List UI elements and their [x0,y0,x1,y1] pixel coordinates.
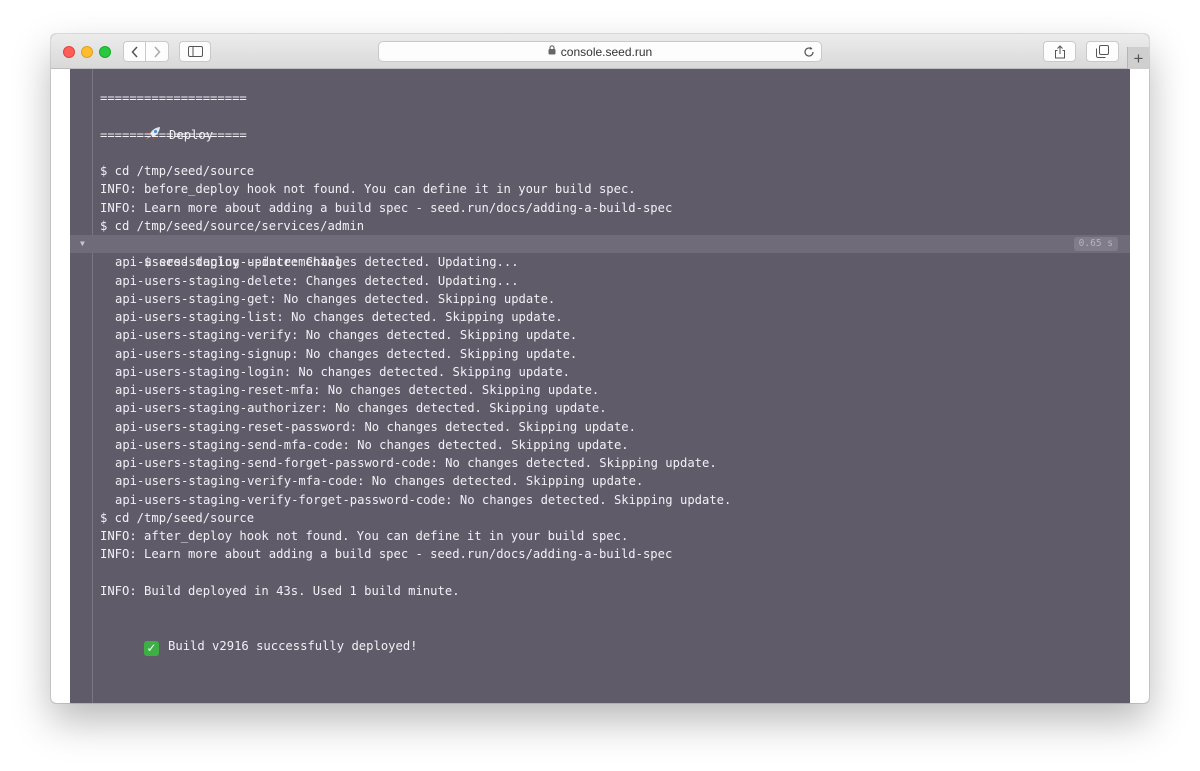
log-output-line: api-users-staging-verify-forget-password… [115,492,732,507]
log-line-blank [70,144,1130,162]
minimize-window-button[interactable] [81,46,93,58]
share-button[interactable] [1043,41,1076,62]
address-bar[interactable]: console.seed.run [378,41,822,62]
log-output-line: api-users-staging-verify-mfa-code: No ch… [115,474,644,489]
log-output-line: api-users-staging-list: No changes detec… [115,310,563,324]
tabs-overview-button[interactable] [1086,41,1119,62]
check-mark-icon: ✓ [144,640,160,656]
duration-badge: 0.65 s [1073,237,1118,251]
new-tab-button[interactable]: + [1127,47,1149,69]
tabs-icon [1096,45,1109,58]
log-output-line: api-users-staging-delete: Changes detect… [115,273,519,288]
chevron-right-icon [154,45,161,58]
log-line-summary: INFO: Build deployed in 43s. Used 1 buil… [100,583,460,598]
log-line: ==================== [100,127,247,142]
log-line: $ cd /tmp/seed/source [100,164,255,178]
log-output-line: api-users-staging-get: No changes detect… [115,291,556,306]
url-text: console.seed.run [560,44,653,59]
log-output-line: api-users-staging-send-forget-password-c… [115,456,717,470]
lock-icon [548,45,556,58]
log-line: $ cd /tmp/seed/source/services/admin [100,218,365,233]
log-line: $ cd /tmp/seed/source [100,510,255,525]
log-command-deploy[interactable]: ▼ $ seed deploy --incremental 0.65 s [70,235,1130,269]
sidebar-icon [187,46,203,57]
log-line: INFO: before_deploy hook not found. You … [100,182,636,197]
success-text: Build v2916 successfully deployed! [168,638,418,653]
share-icon [1054,44,1065,58]
browser-window: console.seed.run + ==================== … [51,34,1149,703]
close-window-button[interactable] [63,46,75,58]
log-line: ==================== [100,91,247,105]
log-output-line: api-users-staging-authorizer: No changes… [115,401,607,416]
left-gutter [51,69,70,703]
log-output-line: api-users-staging-reset-password: No cha… [115,419,636,434]
log-line-success: ✓ Build v2916 successfully deployed! [70,618,1130,656]
log-line-blank [70,564,1130,582]
build-log: ==================== Deploy ============… [70,89,1130,656]
forward-button[interactable] [146,41,169,62]
browser-toolbar: console.seed.run [51,34,1149,69]
log-output-line: api-users-staging-reset-mfa: No changes … [115,383,600,397]
back-button[interactable] [123,41,146,62]
log-line-blank [70,600,1130,618]
sidebar-button[interactable] [179,41,211,62]
log-output-line: api-users-staging-login: No changes dete… [115,364,570,379]
log-line: INFO: after_deploy hook not found. You c… [100,529,629,543]
log-line: INFO: Learn more about adding a build sp… [100,200,673,215]
zoom-window-button[interactable] [99,46,111,58]
chevron-left-icon [130,45,138,58]
log-line-deploy-title: Deploy [70,107,1130,142]
caret-down-icon[interactable]: ▼ [80,235,85,253]
log-output-line: api-users-staging-update: Changes detect… [115,255,519,270]
reload-icon[interactable] [803,43,815,61]
log-line: INFO: Learn more about adding a build sp… [100,547,673,562]
log-output-line: api-users-staging-signup: No changes det… [115,346,578,361]
log-output-line: api-users-staging-verify: No changes det… [115,328,578,343]
log-output-line: api-users-staging-send-mfa-code: No chan… [115,437,629,452]
right-gutter [1130,69,1149,703]
